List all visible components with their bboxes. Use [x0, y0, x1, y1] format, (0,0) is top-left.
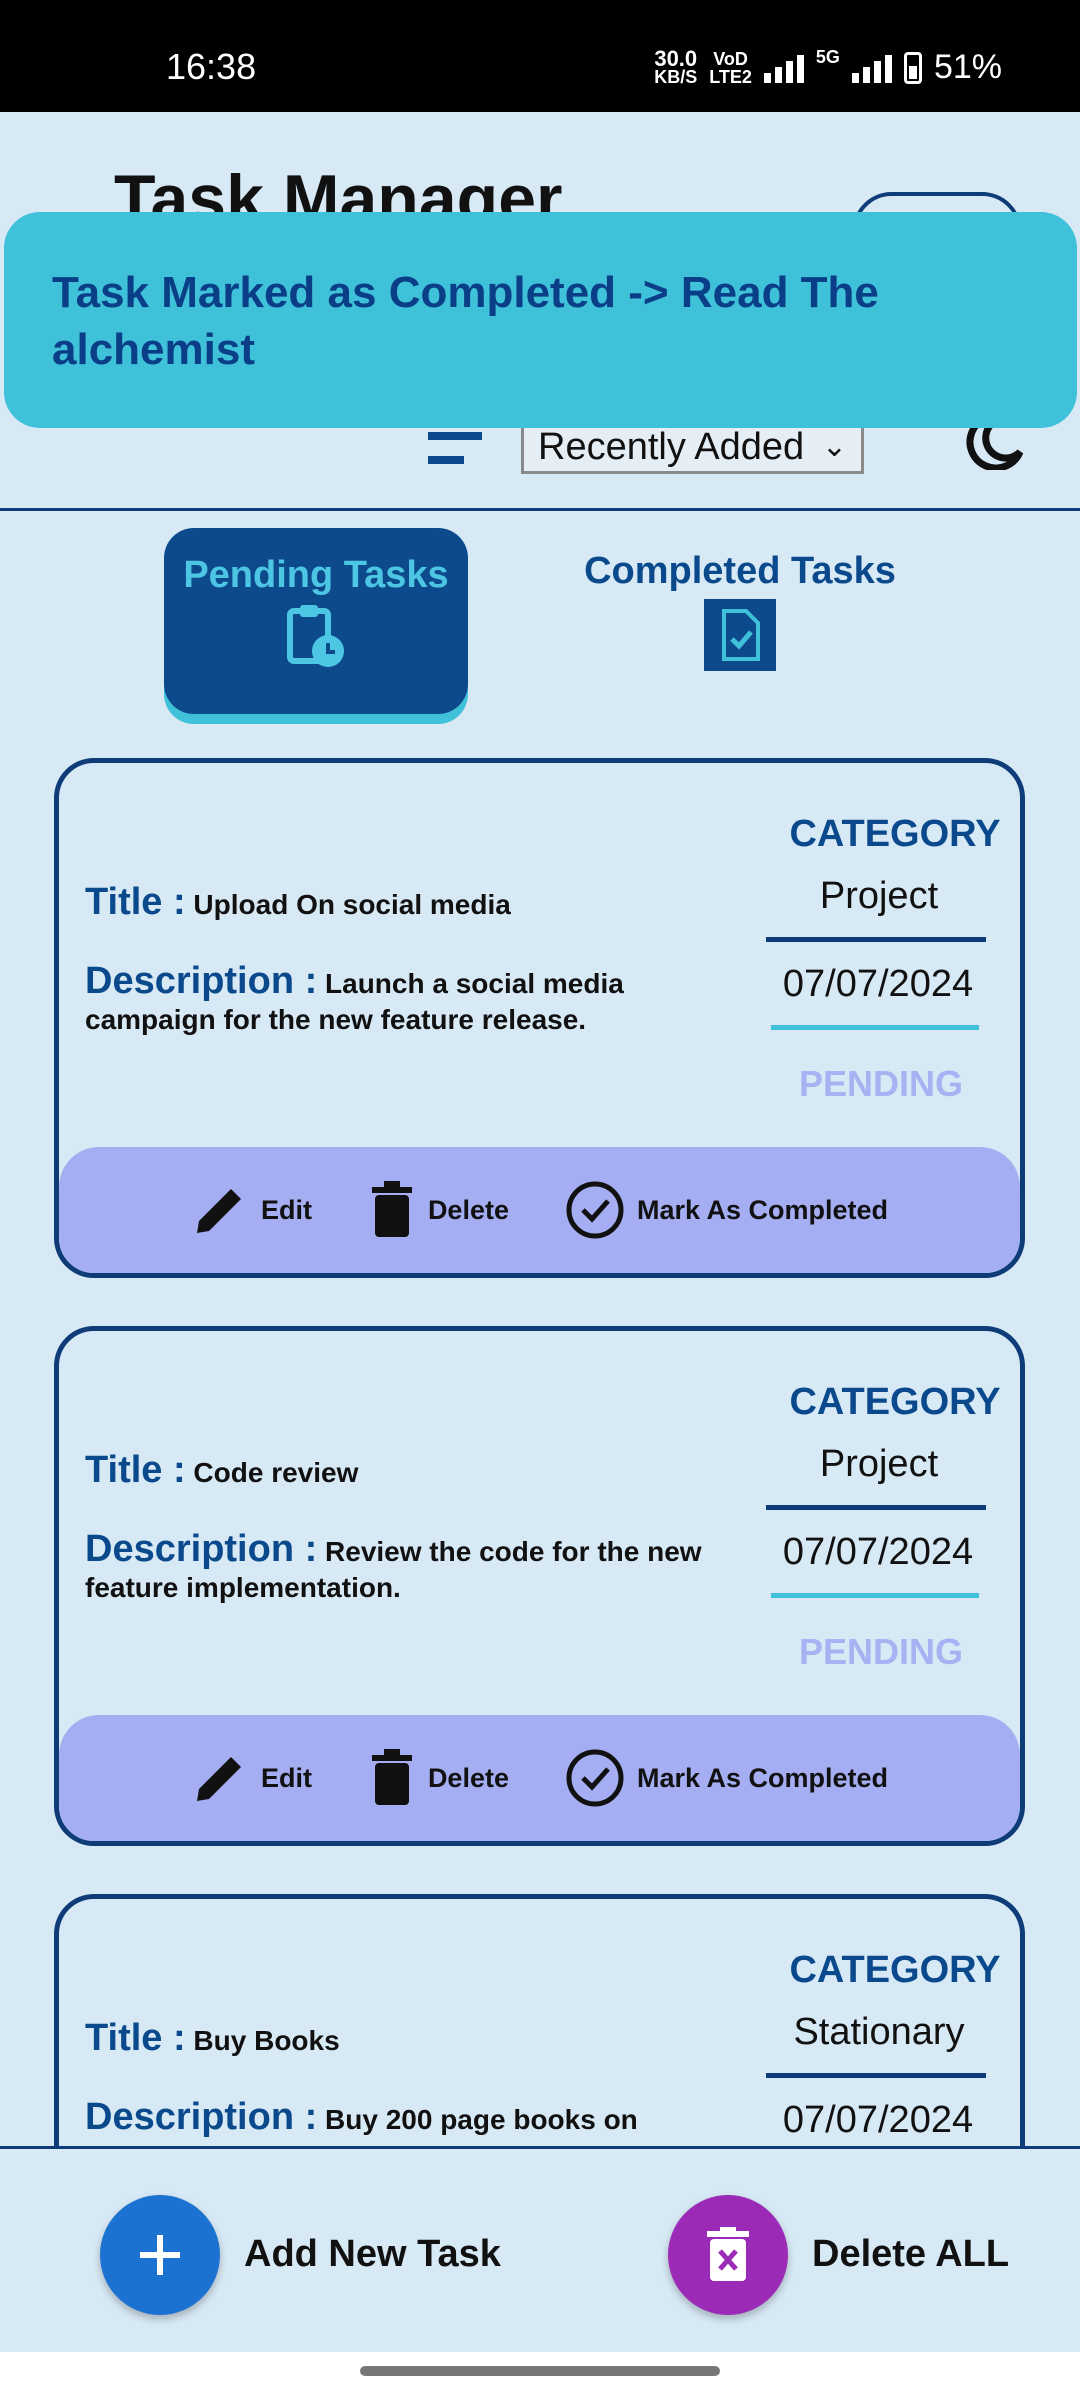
- task-title-row: Title : Buy Books: [85, 2017, 745, 2060]
- network-speed-unit: KB/S: [654, 66, 698, 87]
- title-label: Title :: [85, 1449, 186, 1491]
- check-circle-icon: [566, 1181, 624, 1239]
- mark-completed-button[interactable]: Mark As Completed: [565, 1748, 888, 1808]
- document-check-icon: [704, 599, 776, 671]
- check-circle-icon: [566, 1749, 624, 1807]
- category-underline: [766, 937, 986, 942]
- task-description-row: Description : Buy 200 page books on: [85, 2096, 745, 2138]
- edit-label: Edit: [260, 1762, 312, 1793]
- delete-all-label[interactable]: Delete ALL: [812, 2233, 1009, 2276]
- task-date: 07/07/2024: [782, 1531, 974, 1573]
- task-title: Buy Books: [193, 2025, 340, 2056]
- toast-notification: Task Marked as Completed -> Read The alc…: [4, 212, 1077, 428]
- tab-completed-tasks[interactable]: Completed Tasks: [560, 550, 920, 680]
- volte-indicator: VoD LTE2: [709, 50, 752, 86]
- status-icons: 30.0 KB/S VoD LTE2 5G 51%: [654, 45, 1002, 87]
- mark-completed-label: Mark As Completed: [636, 1194, 889, 1225]
- category-heading: CATEGORY: [789, 1381, 1001, 1423]
- navigation-bar: [0, 2352, 1080, 2400]
- tab-pending-tasks[interactable]: Pending Tasks: [164, 528, 468, 714]
- delete-button[interactable]: Delete: [368, 1749, 509, 1807]
- task-status: PENDING: [798, 1631, 964, 1672]
- add-task-label[interactable]: Add New Task: [244, 2233, 501, 2276]
- network-5g: 5G: [815, 47, 840, 67]
- date-underline: [771, 1593, 979, 1598]
- add-task-button[interactable]: [100, 2195, 220, 2315]
- edit-label: Edit: [260, 1194, 312, 1225]
- task-description-row: Description : Review the code for the ne…: [85, 1528, 745, 1606]
- divider: [0, 508, 1080, 511]
- task-card: CATEGORY Project 07/07/2024 PENDING Titl…: [54, 1326, 1025, 1846]
- network-speed-value: 30.0: [654, 45, 698, 71]
- bottom-action-bar: Add New Task Delete ALL: [0, 2146, 1080, 2352]
- battery-percent: 51%: [933, 48, 1002, 86]
- pencil-icon: [196, 1189, 241, 1233]
- signal-2-icon: [851, 53, 892, 83]
- delete-label: Delete: [427, 1762, 509, 1793]
- network-speed: 30.0 KB/S: [654, 45, 698, 87]
- task-title: Code review: [193, 1457, 359, 1488]
- tab-pending-label: Pending Tasks: [183, 554, 449, 596]
- plus-icon: [140, 2235, 180, 2275]
- title-label: Title :: [85, 881, 186, 923]
- task-status: PENDING: [798, 1063, 964, 1104]
- task-title-row: Title : Code review: [85, 1449, 745, 1492]
- volte-bottom: LTE2: [709, 66, 752, 87]
- volte-top: VoD: [713, 48, 748, 69]
- task-category: Project: [819, 1443, 939, 1485]
- category-underline: [766, 1505, 986, 1510]
- category-heading: CATEGORY: [789, 813, 1001, 855]
- mark-completed-label: Mark As Completed: [636, 1762, 889, 1793]
- delete-all-button[interactable]: [668, 2195, 788, 2315]
- task-date: 07/07/2024: [782, 963, 974, 1005]
- task-category: Stationary: [793, 2011, 965, 2053]
- chevron-down-icon: ⌄: [821, 430, 847, 463]
- tab-completed-label: Completed Tasks: [584, 550, 896, 592]
- signal-icon: [763, 53, 804, 83]
- description-label: Description :: [85, 960, 318, 1002]
- status-time: 16:38: [166, 46, 257, 87]
- mark-completed-button[interactable]: Mark As Completed: [565, 1180, 888, 1240]
- task-title-row: Title : Upload On social media: [85, 881, 745, 924]
- title-label: Title :: [85, 2017, 186, 2059]
- task-description-row: Description : Launch a social media camp…: [85, 960, 745, 1038]
- date-underline: [771, 1025, 979, 1030]
- delete-button[interactable]: Delete: [368, 1181, 509, 1239]
- status-bar: 16:38 30.0 KB/S VoD LTE2 5G 51%: [0, 0, 1080, 112]
- delete-label: Delete: [427, 1194, 509, 1225]
- edit-button[interactable]: Edit: [191, 1181, 312, 1239]
- trash-x-icon: [707, 2227, 749, 2281]
- task-actions: Edit Delete Mark As Completed: [59, 1147, 1020, 1273]
- task-card: CATEGORY Project 07/07/2024 PENDING Titl…: [54, 758, 1025, 1278]
- task-date: 07/07/2024: [782, 2099, 974, 2141]
- task-title: Upload On social media: [193, 889, 511, 920]
- home-handle[interactable]: [360, 2366, 720, 2376]
- sort-icon[interactable]: [428, 432, 482, 472]
- task-category: Project: [819, 875, 939, 917]
- edit-button[interactable]: Edit: [191, 1749, 312, 1807]
- pencil-icon: [196, 1757, 241, 1801]
- sort-select-value: Recently Added: [538, 426, 805, 468]
- task-description: Buy 200 page books on: [325, 2104, 638, 2135]
- category-heading: CATEGORY: [789, 1949, 1001, 1991]
- battery-icon: [903, 51, 922, 84]
- description-label: Description :: [85, 1528, 318, 1570]
- category-underline: [766, 2073, 986, 2078]
- trash-icon: [371, 1749, 412, 1805]
- trash-icon: [371, 1181, 412, 1237]
- description-label: Description :: [85, 2096, 318, 2138]
- task-actions: Edit Delete Mark As Completed: [59, 1715, 1020, 1841]
- clipboard-clock-icon: [287, 605, 344, 667]
